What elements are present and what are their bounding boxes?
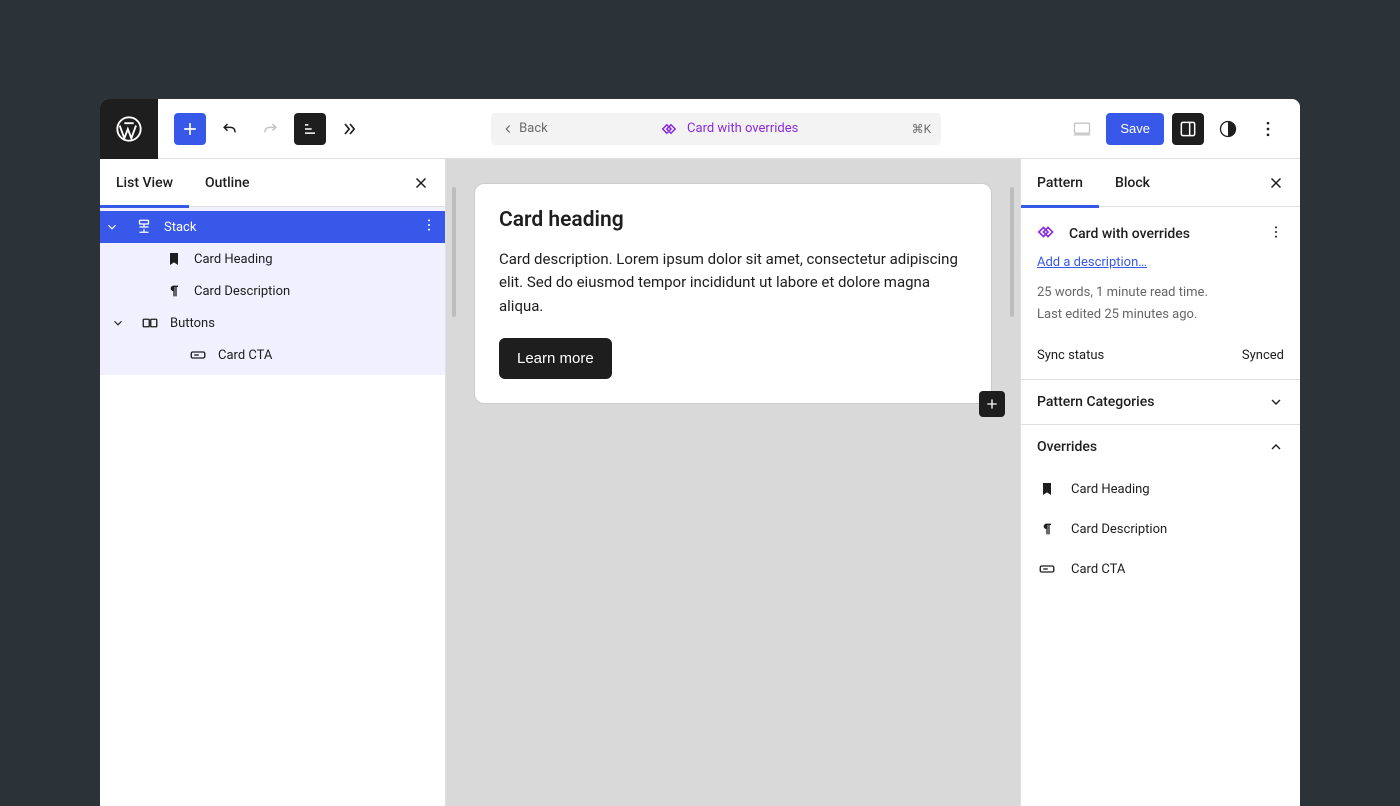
toolbar-left bbox=[158, 113, 366, 145]
group-icon bbox=[140, 313, 160, 333]
chevron-up-icon bbox=[1268, 439, 1284, 455]
bookmark-icon bbox=[1037, 479, 1057, 499]
pattern-icon bbox=[1037, 221, 1059, 247]
button-icon bbox=[188, 345, 208, 365]
wordpress-logo[interactable] bbox=[100, 99, 158, 159]
toolbar-center: Back Card with overrides ⌘K bbox=[366, 113, 1066, 145]
tab-list-view[interactable]: List View bbox=[100, 159, 189, 207]
right-panel: Pattern Block Card with overrides Add a … bbox=[1020, 159, 1300, 806]
override-item[interactable]: Card CTA bbox=[1037, 549, 1284, 589]
block-tree: Stack Card Heading Card Description But bbox=[100, 207, 445, 375]
styles-button[interactable] bbox=[1212, 113, 1244, 145]
section-categories-toggle[interactable]: Pattern Categories bbox=[1021, 380, 1300, 424]
card-block[interactable]: Card heading Card description. Lorem ips… bbox=[474, 183, 992, 404]
options-menu-button[interactable] bbox=[1252, 113, 1284, 145]
desktop-view-icon[interactable] bbox=[1066, 113, 1098, 145]
top-toolbar: Back Card with overrides ⌘K Save bbox=[100, 99, 1300, 159]
sync-status-row: Sync status Synced bbox=[1021, 338, 1300, 379]
add-block-inline-button[interactable] bbox=[979, 391, 1005, 417]
stack-icon bbox=[134, 217, 154, 237]
button-icon bbox=[1037, 559, 1057, 579]
sync-status-value: Synced bbox=[1242, 348, 1284, 363]
editor-body: List View Outline Stack Card Heading bbox=[100, 159, 1300, 806]
pattern-icon bbox=[661, 119, 681, 139]
pattern-meta: 25 words, 1 minute read time. Last edite… bbox=[1021, 282, 1300, 338]
tab-pattern[interactable]: Pattern bbox=[1021, 159, 1099, 207]
paragraph-icon bbox=[164, 281, 184, 301]
editor-window: Back Card with overrides ⌘K Save bbox=[100, 99, 1300, 806]
sync-status-label: Sync status bbox=[1037, 348, 1104, 363]
tree-item-buttons[interactable]: Buttons bbox=[100, 307, 445, 339]
tab-outline[interactable]: Outline bbox=[189, 159, 266, 207]
toolbar-right: Save bbox=[1066, 113, 1300, 145]
save-button[interactable]: Save bbox=[1106, 113, 1164, 145]
close-settings-button[interactable] bbox=[1264, 171, 1288, 195]
tree-item-label: Card CTA bbox=[218, 348, 272, 363]
pattern-name: Card with overrides bbox=[1069, 226, 1190, 242]
tree-item-heading[interactable]: Card Heading bbox=[100, 243, 445, 275]
override-item[interactable]: Card Heading bbox=[1037, 469, 1284, 509]
back-button[interactable]: Back bbox=[501, 121, 548, 136]
chevron-down-icon bbox=[1268, 394, 1284, 410]
tree-item-label: Buttons bbox=[170, 316, 215, 331]
card-heading[interactable]: Card heading bbox=[499, 208, 967, 232]
section-categories: Pattern Categories bbox=[1021, 379, 1300, 424]
pattern-title: Card with overrides bbox=[558, 119, 902, 139]
breadcrumb-bar[interactable]: Back Card with overrides ⌘K bbox=[491, 113, 941, 145]
tree-item-cta[interactable]: Card CTA bbox=[100, 339, 445, 371]
overrides-list: Card Heading Card Description Card CTA bbox=[1021, 469, 1300, 603]
shortcut-hint: ⌘K bbox=[912, 122, 932, 136]
tab-block[interactable]: Block bbox=[1099, 159, 1166, 207]
undo-button[interactable] bbox=[214, 113, 246, 145]
override-label: Card CTA bbox=[1071, 562, 1125, 577]
back-label: Back bbox=[519, 121, 548, 136]
override-label: Card Heading bbox=[1071, 482, 1150, 497]
override-item[interactable]: Card Description bbox=[1037, 509, 1284, 549]
tree-item-more-icon[interactable] bbox=[421, 217, 437, 237]
tree-item-label: Card Description bbox=[194, 284, 290, 299]
more-tools-button[interactable] bbox=[334, 113, 366, 145]
tree-item-stack[interactable]: Stack bbox=[100, 211, 445, 243]
pattern-header: Card with overrides bbox=[1021, 207, 1300, 255]
redo-button[interactable] bbox=[254, 113, 286, 145]
left-panel-tabs: List View Outline bbox=[100, 159, 445, 207]
add-description-link[interactable]: Add a description… bbox=[1021, 255, 1300, 282]
tree-item-label: Stack bbox=[164, 220, 196, 235]
tree-item-description[interactable]: Card Description bbox=[100, 275, 445, 307]
tree-item-label: Card Heading bbox=[194, 252, 273, 267]
card-description[interactable]: Card description. Lorem ipsum dolor sit … bbox=[499, 248, 967, 318]
list-view-toggle[interactable] bbox=[294, 113, 326, 145]
left-panel: List View Outline Stack Card Heading bbox=[100, 159, 446, 806]
card-cta-button[interactable]: Learn more bbox=[499, 338, 612, 379]
section-overrides: Overrides Card Heading Card Description … bbox=[1021, 424, 1300, 603]
bookmark-icon bbox=[164, 249, 184, 269]
close-panel-button[interactable] bbox=[409, 171, 433, 195]
paragraph-icon bbox=[1037, 519, 1057, 539]
override-label: Card Description bbox=[1071, 522, 1167, 537]
scrollbar-left bbox=[452, 187, 456, 317]
scrollbar-right bbox=[1010, 187, 1014, 317]
add-block-button[interactable] bbox=[174, 113, 206, 145]
right-panel-tabs: Pattern Block bbox=[1021, 159, 1300, 207]
pattern-options-icon[interactable] bbox=[1268, 224, 1284, 244]
settings-sidebar-toggle[interactable] bbox=[1172, 113, 1204, 145]
section-overrides-toggle[interactable]: Overrides bbox=[1021, 425, 1300, 469]
editor-canvas[interactable]: Card heading Card description. Lorem ips… bbox=[446, 159, 1020, 806]
